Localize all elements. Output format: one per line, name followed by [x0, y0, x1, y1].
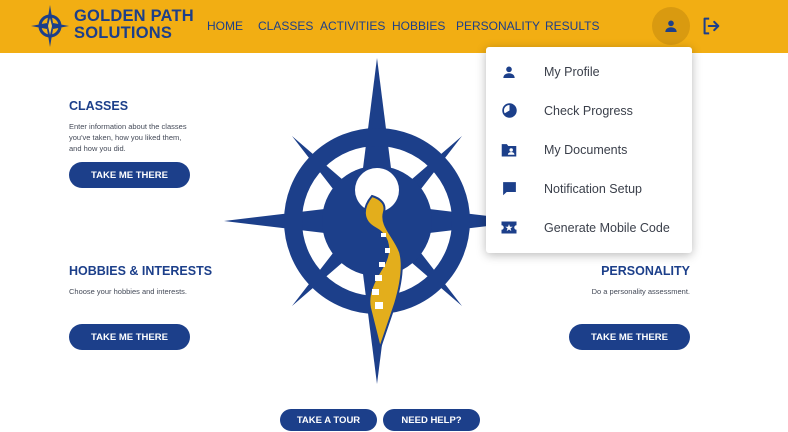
brand-line-2: SOLUTIONS	[74, 24, 173, 42]
progress-icon	[500, 102, 518, 120]
menu-item-label: My Documents	[544, 142, 628, 157]
brand-name[interactable]: GOLDEN PATH SOLUTIONS	[74, 8, 194, 42]
classes-description-line: and how you did.	[69, 144, 126, 153]
menu-item-my-profile[interactable]: My Profile	[486, 52, 692, 91]
classes-title: CLASSES	[69, 99, 129, 113]
menu-item-label: My Profile	[544, 64, 600, 79]
logout-icon[interactable]	[700, 14, 722, 38]
classes-description-line: you've taken, how you liked them,	[69, 133, 182, 142]
hobbies-description: Choose your hobbies and interests.	[69, 286, 229, 297]
menu-item-label: Notification Setup	[544, 181, 642, 196]
take-a-tour-button[interactable]: TAKE A TOUR	[280, 409, 377, 431]
ticket-star-icon	[500, 219, 518, 237]
nav-hobbies[interactable]: HOBBIES	[392, 19, 445, 33]
nav-activities[interactable]: ACTIVITIES	[320, 19, 385, 33]
need-help-button[interactable]: NEED HELP?	[383, 409, 480, 431]
personality-description-line: Do a personality assessment.	[591, 287, 690, 296]
menu-item-label: Generate Mobile Code	[544, 220, 670, 235]
menu-item-generate-mobile-code[interactable]: Generate Mobile Code	[486, 208, 692, 247]
nav-results[interactable]: RESULTS	[545, 19, 599, 33]
menu-item-my-documents[interactable]: My Documents	[486, 130, 692, 169]
nav-home[interactable]: HOME	[207, 19, 243, 33]
hobbies-description-line: Choose your hobbies and interests.	[69, 287, 187, 296]
top-navigation-bar: GOLDEN PATH SOLUTIONS HOME CLASSES ACTIV…	[0, 0, 788, 53]
classes-description-line: Enter information about the classes	[69, 122, 187, 131]
compass-logo-icon[interactable]	[30, 4, 70, 48]
personality-take-me-there-button[interactable]: TAKE ME THERE	[569, 324, 690, 350]
classes-description: Enter information about the classes you'…	[69, 121, 219, 154]
menu-item-label: Check Progress	[544, 103, 633, 118]
hobbies-take-me-there-button[interactable]: TAKE ME THERE	[69, 324, 190, 350]
nav-classes[interactable]: CLASSES	[258, 19, 313, 33]
person-icon	[665, 20, 677, 32]
hobbies-title: HOBBIES & INTERESTS	[69, 264, 213, 278]
folder-account-icon	[500, 141, 518, 159]
user-dropdown-menu: My Profile Check Progress My Documents N…	[486, 47, 692, 253]
classes-take-me-there-button[interactable]: TAKE ME THERE	[69, 162, 190, 188]
personality-title: PERSONALITY	[601, 264, 690, 278]
menu-item-check-progress[interactable]: Check Progress	[486, 91, 692, 130]
brand-line-1: GOLDEN PATH	[74, 7, 194, 25]
personality-description: Do a personality assessment.	[560, 286, 690, 297]
menu-item-notification-setup[interactable]: Notification Setup	[486, 169, 692, 208]
person-icon	[500, 63, 518, 81]
user-menu-button[interactable]	[652, 7, 690, 45]
nav-personality[interactable]: PERSONALITY	[456, 19, 540, 33]
chat-icon	[500, 180, 518, 198]
